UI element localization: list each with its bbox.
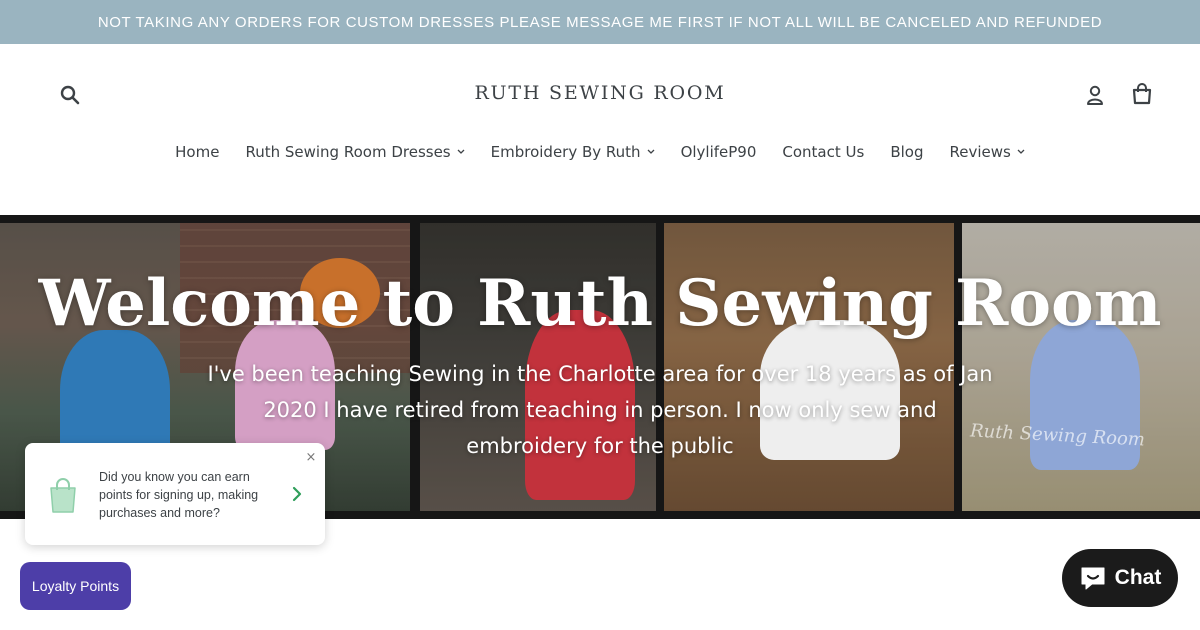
nav-item-olylife[interactable]: OlylifeP90 (668, 143, 770, 161)
nav-item-dresses[interactable]: Ruth Sewing Room Dresses (232, 143, 477, 161)
chat-label: Chat (1114, 566, 1162, 589)
loyalty-popup[interactable]: Did you know you can earn points for sig… (25, 443, 325, 545)
main-nav: Home Ruth Sewing Room Dresses Embroidery… (0, 140, 1200, 164)
nav-item-reviews[interactable]: Reviews (936, 143, 1037, 161)
site-title-wrap: RUTH SEWING ROOM (0, 82, 1200, 104)
nav-item-home[interactable]: Home (162, 143, 232, 161)
nav-item-label: Blog (890, 143, 924, 161)
hero-title: Welcome to Ruth Sewing Room (38, 266, 1162, 341)
nav-item-blog[interactable]: Blog (877, 143, 936, 161)
login-button[interactable] (1083, 82, 1107, 108)
chat-bubble-icon (1081, 567, 1105, 590)
nav-item-label: Home (175, 143, 220, 161)
nav-item-label: Ruth Sewing Room Dresses (245, 143, 451, 161)
loyalty-points-button[interactable]: Loyalty Points (20, 562, 131, 610)
nav-item-label: Contact Us (782, 143, 865, 161)
chat-button[interactable]: Chat (1062, 549, 1178, 607)
loyalty-points-label: Loyalty Points (31, 578, 120, 594)
chevron-down-icon (1017, 149, 1025, 155)
chevron-right-icon[interactable] (289, 485, 305, 503)
site-title[interactable]: RUTH SEWING ROOM (474, 82, 725, 104)
nav-item-embroidery[interactable]: Embroidery By Ruth (478, 143, 668, 161)
nav-item-label: Reviews (949, 143, 1011, 161)
close-icon[interactable]: × (303, 449, 319, 465)
chevron-down-icon (647, 149, 655, 155)
shopping-bag-icon (50, 478, 76, 513)
chevron-down-icon (457, 149, 465, 155)
nav-item-label: OlylifeP90 (680, 143, 757, 161)
user-icon (1087, 85, 1103, 105)
nav-item-label: Embroidery By Ruth (490, 143, 641, 161)
cart-icon (1132, 83, 1152, 105)
announcement-text: NOT TAKING ANY ORDERS FOR CUSTOM DRESSES… (97, 13, 1103, 31)
cart-button[interactable] (1129, 81, 1155, 107)
loyalty-popup-text: Did you know you can earn points for sig… (99, 470, 259, 520)
nav-item-contact[interactable]: Contact Us (769, 143, 877, 161)
announcement-bar: NOT TAKING ANY ORDERS FOR CUSTOM DRESSES… (0, 0, 1200, 44)
